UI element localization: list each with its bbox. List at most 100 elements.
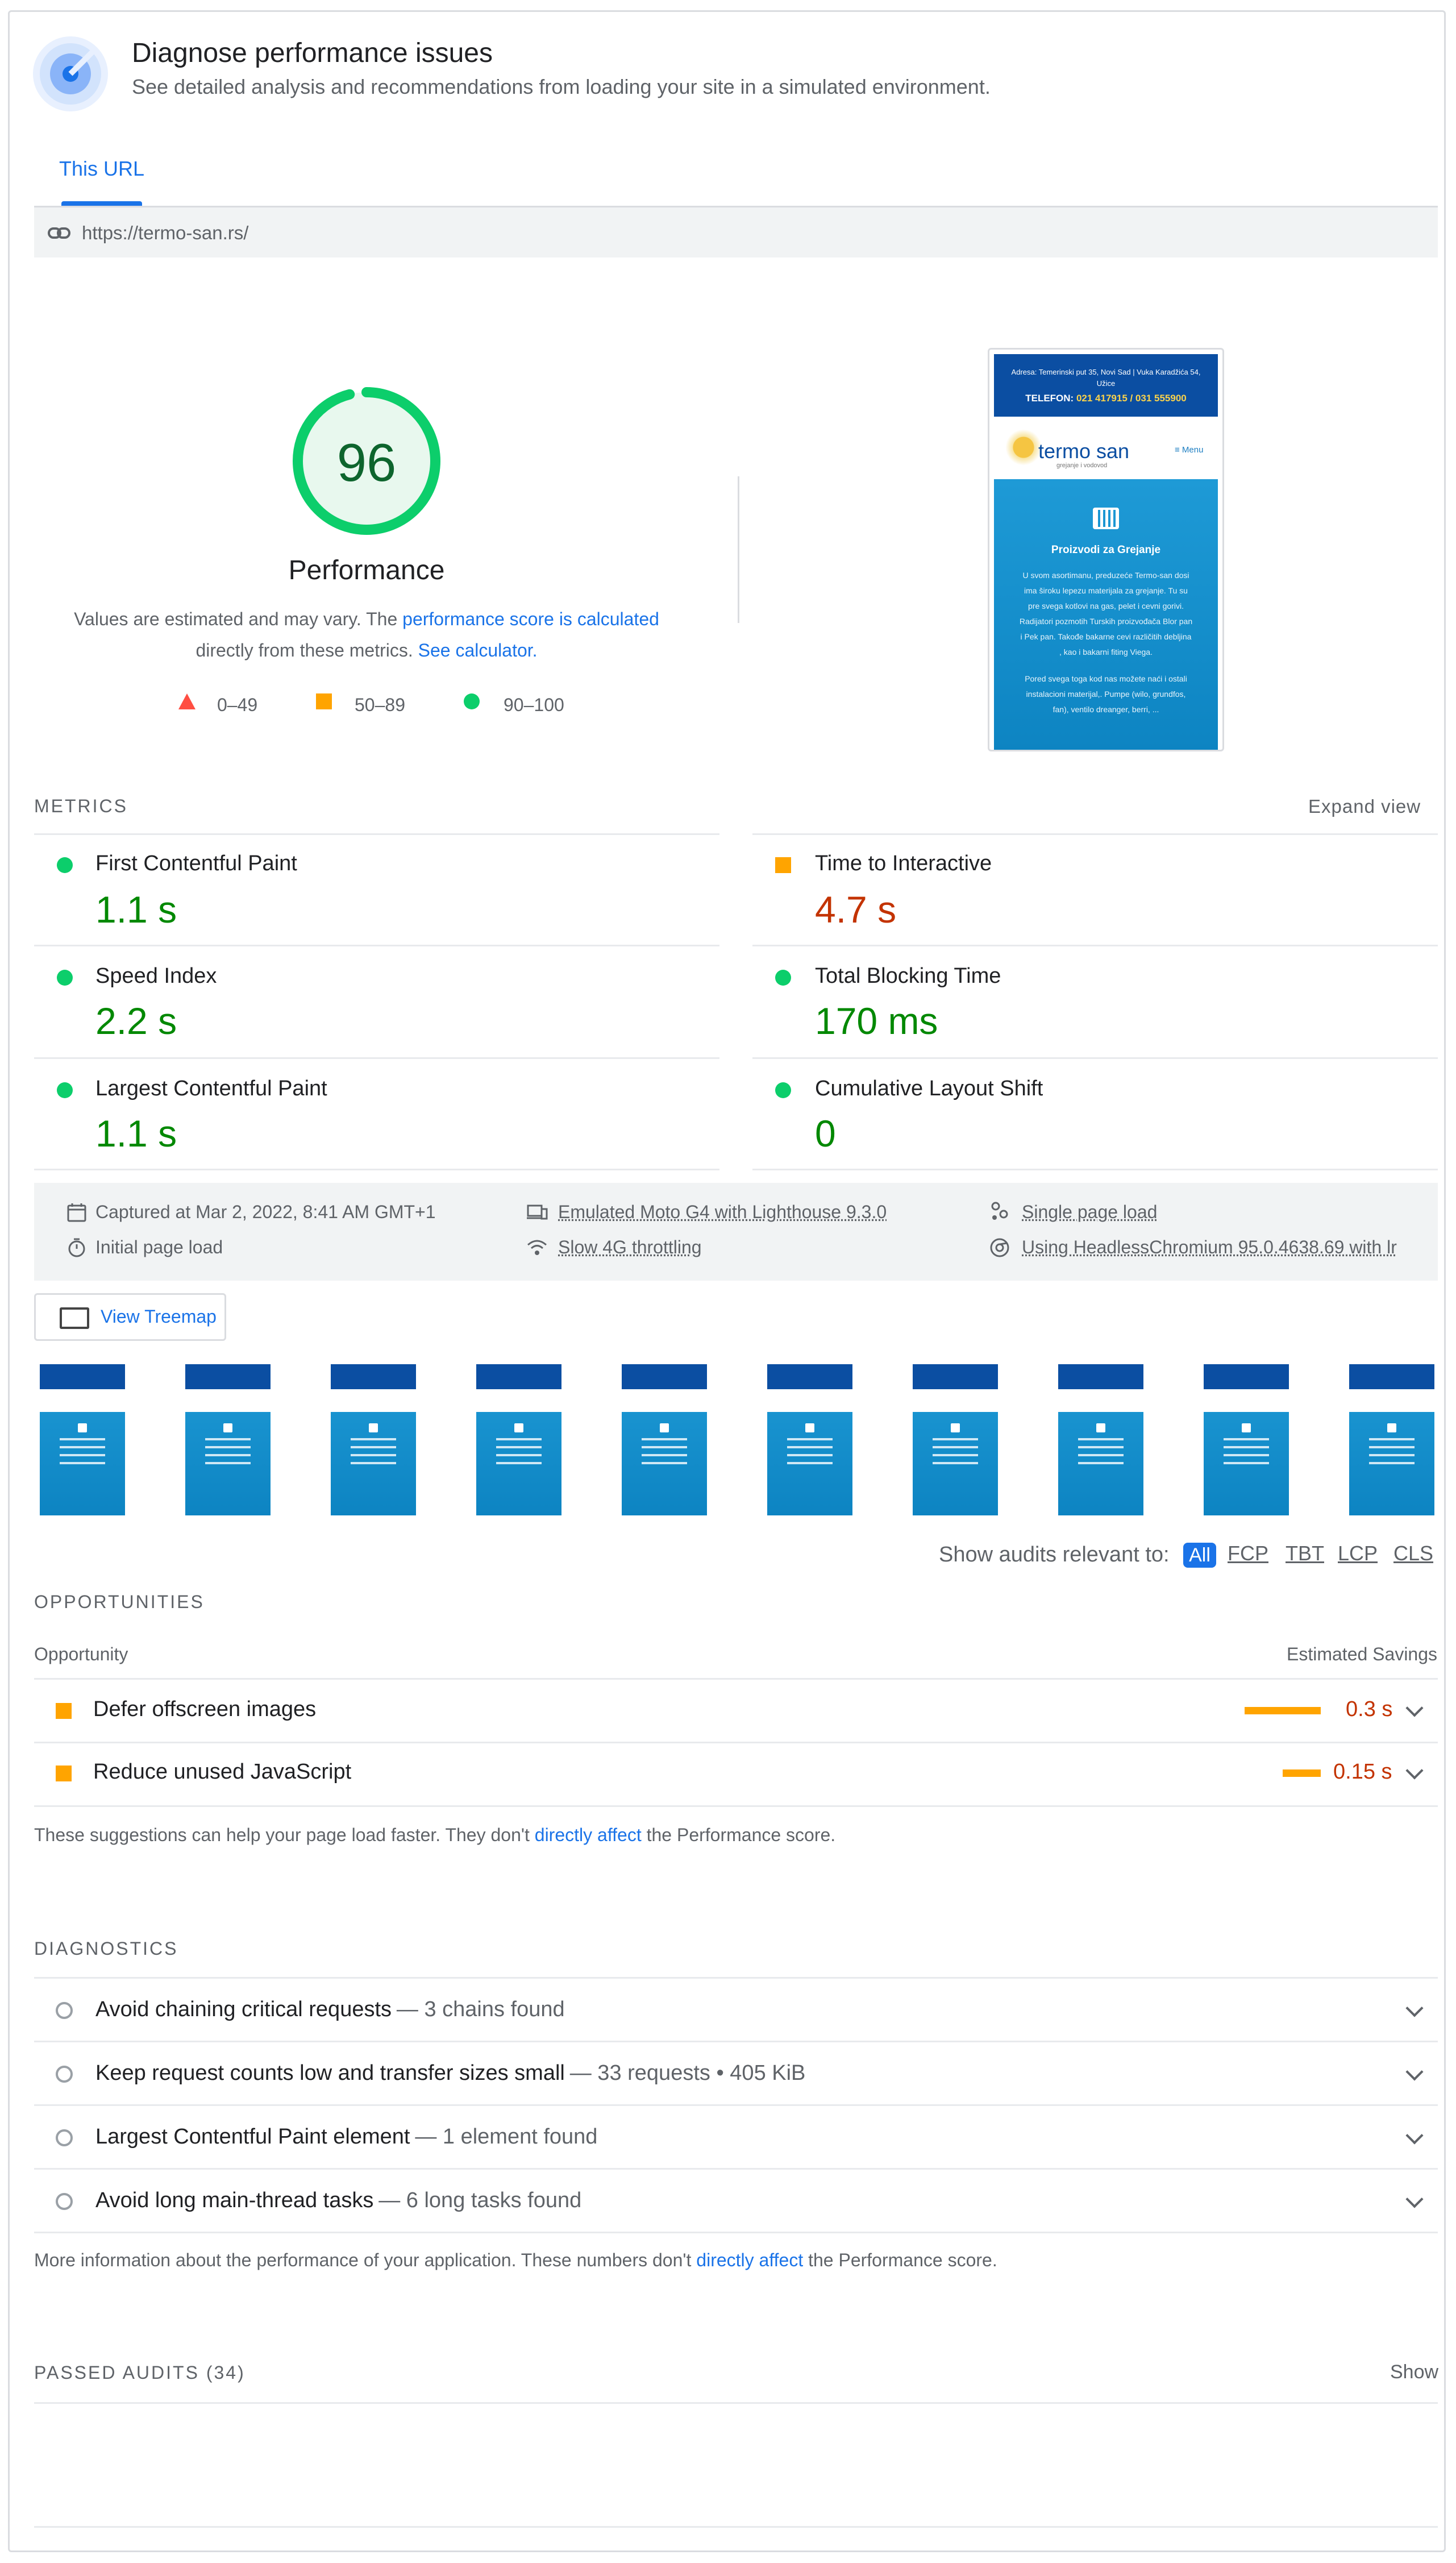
passed-audits-heading[interactable]: PASSED AUDITS (34) (34, 2362, 246, 2383)
screenshot-heading: Proizvodi za Grejanje (1051, 544, 1161, 556)
expand-view-button[interactable]: Expand view (1308, 796, 1421, 817)
metric-divider (34, 945, 719, 946)
filter-chip-lcp[interactable]: LCP (1338, 1542, 1378, 1565)
fail-triangle-icon (178, 693, 195, 709)
diagnostic-detail: — 1 element found (415, 2125, 598, 2149)
opportunities-note-text: These suggestions can help your page loa… (34, 1825, 535, 1845)
screenshot-topbar: Adresa: Temerinski put 35, Novi Sad | Vu… (994, 354, 1218, 417)
screenshot-phone-numbers: 021 417915 / 031 555900 (1076, 393, 1187, 404)
view-treemap-button[interactable]: View Treemap (34, 1293, 226, 1341)
opportunities-note: These suggestions can help your page loa… (34, 1825, 835, 1846)
metric-divider (752, 1169, 1438, 1170)
performance-score-description: Values are estimated and may vary. The p… (63, 604, 671, 666)
passed-audits-count: (34) (206, 2362, 246, 2383)
metric-value-fcp: 1.1 s (95, 888, 177, 931)
show-passed-audits-button[interactable]: Show (1390, 2361, 1438, 2383)
browser-version[interactable]: Using HeadlessChromium 95.0.4638.69 with… (1022, 1237, 1397, 1258)
metric-value-tbt: 170 ms (815, 1000, 938, 1042)
tested-url: https://termo-san.rs/ (82, 222, 249, 243)
row-divider (34, 2402, 1438, 2404)
legend-pass-label: 90–100 (504, 695, 564, 715)
diagnostics-note: More information about the performance o… (34, 2250, 997, 2271)
metric-divider (34, 833, 719, 835)
screenshot-paragraph-1: U svom asortimanu, preduzeće Termo-san d… (1019, 571, 1193, 657)
pass-circle-icon (775, 1082, 791, 1098)
link-icon (48, 223, 70, 243)
metric-value-tti: 4.7 s (815, 888, 897, 931)
single-page-icon (991, 1202, 1008, 1220)
row-divider (34, 1805, 1438, 1807)
emulated-device[interactable]: Emulated Moto G4 with Lighthouse 9.3.0 (558, 1202, 887, 1223)
metric-label-fcp: First Contentful Paint (95, 851, 297, 875)
filmstrip-frame (476, 1364, 561, 1515)
devices-icon (527, 1204, 548, 1220)
filter-chip-tbt[interactable]: TBT (1286, 1542, 1324, 1565)
legend-average-label: 50–89 (355, 695, 405, 715)
diagnostics-heading: DIAGNOSTICS (34, 1938, 178, 1959)
treemap-icon (60, 1307, 89, 1329)
diagnostics-note-text-2: the Performance score. (803, 2250, 997, 2270)
pass-circle-icon (464, 693, 480, 709)
filter-chip-fcp[interactable]: FCP (1228, 1542, 1268, 1565)
info-circle-icon (56, 2002, 73, 2019)
average-square-icon (316, 693, 332, 709)
runtime-settings (34, 1183, 1438, 1281)
pass-circle-icon (57, 1082, 73, 1098)
filter-chip-cls[interactable]: CLS (1393, 1542, 1433, 1565)
timer-icon (68, 1238, 85, 1257)
tab-this-url[interactable]: This URL (59, 157, 144, 181)
metric-value-si: 2.2 s (95, 1000, 177, 1042)
score-desc-text-2: directly from these metrics. (195, 640, 418, 661)
tab-active-indicator (61, 201, 142, 206)
screenshot-logo-text: termo san (1038, 439, 1130, 463)
legend-fail-label: 0–49 (217, 695, 258, 715)
directly-affect-link[interactable]: directly affect (535, 1825, 642, 1845)
diagnostic-title: Keep request counts low and transfer siz… (95, 2061, 565, 2085)
filmstrip-frame (1058, 1364, 1143, 1515)
metric-divider (34, 1057, 719, 1059)
final-screenshot[interactable]: Adresa: Temerinski put 35, Novi Sad | Vu… (988, 348, 1224, 751)
opportunity-savings: 0.15 s (1333, 1760, 1392, 1784)
filmstrip-frame (622, 1364, 707, 1515)
opportunity-title: Reduce unused JavaScript (93, 1760, 352, 1784)
directly-affect-link[interactable]: directly affect (696, 2250, 803, 2270)
page-subtitle: See detailed analysis and recommendation… (132, 75, 991, 98)
savings-bar (1283, 1769, 1321, 1777)
calendar-icon (67, 1203, 86, 1222)
passed-audits-label: PASSED AUDITS (34, 2362, 199, 2383)
filmstrip-frame (331, 1364, 416, 1515)
average-square-icon (775, 857, 791, 873)
screenshot-address: Adresa: Temerinski put 35, Novi Sad | Vu… (1011, 368, 1201, 388)
network-throttling[interactable]: Slow 4G throttling (558, 1237, 702, 1258)
session-type[interactable]: Single page load (1022, 1202, 1157, 1223)
pass-circle-icon (775, 970, 791, 986)
filmstrip-frame (40, 1364, 125, 1515)
diagnostic-text: Avoid long main-thread tasks — 6 long ta… (95, 2188, 581, 2213)
diagnostic-detail: — 33 requests • 405 KiB (569, 2061, 806, 2085)
row-divider (34, 2526, 1438, 2528)
diagnostics-note-text: More information about the performance o… (34, 2250, 697, 2270)
metric-label-lcp: Largest Contentful Paint (95, 1077, 327, 1100)
filter-chip-all[interactable]: All (1183, 1543, 1216, 1568)
info-circle-icon (56, 2066, 73, 2083)
diagnostic-title: Largest Contentful Paint element (95, 2125, 410, 2149)
diagnostic-text: Keep request counts low and transfer siz… (95, 2061, 805, 2086)
initial-page-load: Initial page load (95, 1237, 223, 1257)
metric-label-tbt: Total Blocking Time (815, 964, 1001, 988)
metric-value-cls: 0 (815, 1112, 836, 1154)
metric-value-lcp: 1.1 s (95, 1112, 177, 1154)
metrics-heading: METRICS (34, 796, 128, 816)
pass-circle-icon (57, 970, 73, 986)
opportunity-column-label: Opportunity (34, 1644, 128, 1664)
screenshot-menu: ≡ Menu (1175, 445, 1204, 455)
score-calculated-link[interactable]: performance score is calculated (402, 609, 659, 629)
diagnostic-text: Largest Contentful Paint element — 1 ele… (95, 2125, 597, 2149)
see-calculator-link[interactable]: See calculator. (418, 640, 538, 661)
diagnostic-text: Avoid chaining critical requests — 3 cha… (95, 1997, 565, 2022)
page-title: Diagnose performance issues (132, 38, 493, 68)
metric-label-tti: Time to Interactive (815, 851, 992, 875)
screenshot-logo-bar: termo san grejanje i vodovod ≡ Menu (994, 417, 1218, 479)
diagnostic-detail: — 6 long tasks found (378, 2188, 582, 2212)
savings-bar (1245, 1707, 1321, 1714)
filmstrip-frame (1204, 1364, 1289, 1515)
